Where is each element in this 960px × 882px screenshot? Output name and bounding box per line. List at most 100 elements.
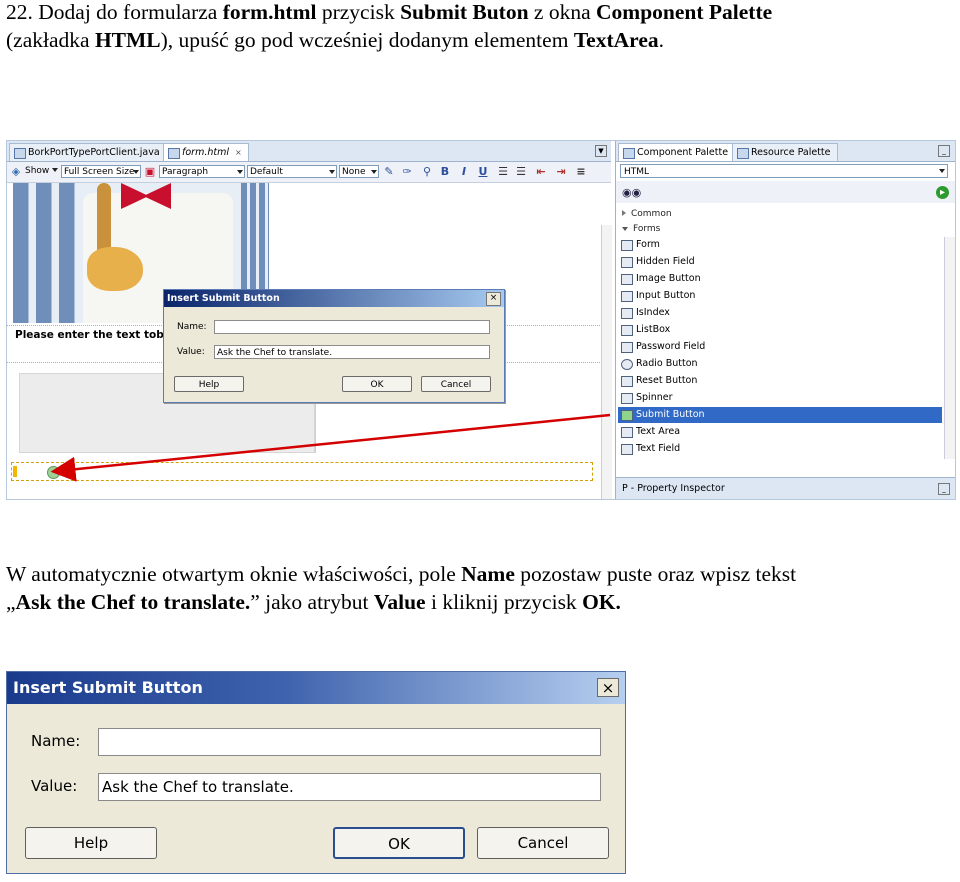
palette-scrollbar[interactable] <box>944 237 955 459</box>
intro-bold-textarea: TextArea <box>573 28 659 52</box>
palette-item-hidden-field[interactable]: Hidden Field <box>618 254 942 270</box>
align-icon[interactable]: ≡ <box>575 165 587 178</box>
item-label: Image Button <box>636 273 701 284</box>
tab-resource-palette[interactable]: Resource Palette <box>732 143 838 161</box>
tab-form-html[interactable]: form.html × <box>163 143 249 161</box>
italic-icon[interactable]: I <box>458 165 470 178</box>
block-icon[interactable]: ▣ <box>144 165 156 178</box>
text-field-icon <box>621 444 633 455</box>
palette-item-password-field[interactable]: Password Field <box>618 339 942 355</box>
value-input[interactable]: Ask the Chef to translate. <box>98 773 601 801</box>
intro-line-2: (zakładka HTML), upuść go pod wcześniej … <box>6 26 664 54</box>
screen-size-select[interactable]: Full Screen Size <box>61 165 141 178</box>
cancel-button[interactable]: Cancel <box>477 827 609 859</box>
chevron-down-icon <box>371 170 377 174</box>
size-select[interactable]: None <box>339 165 379 178</box>
help-button[interactable]: Help <box>25 827 157 859</box>
binoculars-icon[interactable]: ◉◉ <box>622 186 641 199</box>
form-icon <box>621 240 633 251</box>
property-inspector-tab[interactable]: P - Property Inspector <box>622 483 725 494</box>
section-common[interactable]: Common <box>622 209 672 219</box>
intro-bold-submit: Submit Buton <box>400 0 529 24</box>
section-forms[interactable]: Forms <box>622 224 660 234</box>
instruction-line-2: „Ask the Chef to translate.” jako atrybu… <box>6 588 621 616</box>
instruction-bold-name: Name <box>461 562 515 586</box>
tab-label: BorkPortTypePortClient.java <box>28 147 160 158</box>
editor-scrollbar[interactable] <box>601 225 612 499</box>
chevron-down-icon[interactable]: ▼ <box>595 145 607 157</box>
palette-item-spinner[interactable]: Spinner <box>618 390 942 406</box>
cancel-button[interactable]: Cancel <box>421 376 491 392</box>
style-icon[interactable]: ✎ <box>383 165 395 178</box>
ok-button[interactable]: OK <box>342 376 412 392</box>
paragraph-select[interactable]: Paragraph <box>159 165 245 178</box>
value-input[interactable]: Ask the Chef to translate. <box>214 345 490 359</box>
value-label: Value: <box>177 347 205 357</box>
listbox-icon <box>621 325 633 336</box>
close-icon[interactable]: × <box>597 678 619 697</box>
link-icon[interactable]: ⚲ <box>421 165 433 178</box>
instruction-line-1: W automatycznie otwartym oknie właściwoś… <box>6 560 796 588</box>
tab-java-client[interactable]: BorkPortTypePortClient.java <box>9 143 167 161</box>
indent-icon[interactable]: ⇤ <box>535 165 547 178</box>
selection-handle[interactable] <box>13 466 17 477</box>
show-icon: ◈ <box>11 165 21 178</box>
instruction-text: W automatycznie otwartym oknie właściwoś… <box>6 562 462 586</box>
close-icon[interactable]: × <box>235 148 242 157</box>
ok-button[interactable]: OK <box>333 827 465 859</box>
instruction-bold-value-text: Ask the Chef to translate. <box>15 590 251 614</box>
minimize-icon[interactable]: _ <box>938 483 950 495</box>
go-icon[interactable]: ▸ <box>936 186 949 199</box>
tab-component-palette[interactable]: Component Palette <box>618 143 736 161</box>
select-value: Full Screen Size <box>64 167 135 177</box>
palette-item-form[interactable]: Form <box>618 237 942 253</box>
palette-item-image-button[interactable]: Image Button <box>618 271 942 287</box>
outdent-icon[interactable]: ⇥ <box>555 165 567 178</box>
drop-target-row[interactable] <box>11 462 593 481</box>
underline-icon[interactable]: U <box>477 165 489 178</box>
name-input[interactable] <box>214 320 490 334</box>
chevron-down-icon[interactable] <box>52 168 58 172</box>
instruction-bold-value: Value <box>373 590 426 614</box>
reset-button-icon <box>621 376 633 387</box>
palette-item-radio-button[interactable]: Radio Button <box>618 356 942 372</box>
input-button-icon <box>621 291 633 302</box>
ide-screenshot: BorkPortTypePortClient.java form.html × ▼… <box>6 140 956 500</box>
value-label-text: Value: <box>31 777 78 795</box>
palette-item-input-button[interactable]: Input Button <box>618 288 942 304</box>
editor-tab-bar: BorkPortTypePortClient.java form.html × ▼ <box>7 141 611 162</box>
name-input[interactable] <box>98 728 601 756</box>
list-icon[interactable]: ☰ <box>497 165 509 178</box>
section-label: Common <box>631 209 672 219</box>
help-button[interactable]: Help <box>174 376 244 392</box>
paint-icon[interactable]: ✑ <box>401 165 413 178</box>
item-label: Submit Button <box>636 409 705 420</box>
palette-item-listbox[interactable]: ListBox <box>618 322 942 338</box>
ordered-list-icon[interactable]: ☰ <box>515 165 527 178</box>
chevron-right-icon <box>622 210 626 216</box>
palette-item-submit-button[interactable]: Submit Button <box>618 407 942 423</box>
palette-search-row: ◉◉ ▸ <box>616 181 955 203</box>
palette-category-select[interactable]: HTML <box>620 164 948 178</box>
item-label: Spinner <box>636 392 673 403</box>
dialog-title: Insert Submit Button <box>164 290 504 307</box>
palette-item-isindex[interactable]: IsIndex <box>618 305 942 321</box>
palette-item-reset-button[interactable]: Reset Button <box>618 373 942 389</box>
palette-item-text-area[interactable]: Text Area <box>618 424 942 440</box>
bold-icon[interactable]: B <box>439 165 451 178</box>
palette-item-text-field[interactable]: Text Field <box>618 441 942 457</box>
spoon <box>97 183 111 257</box>
close-icon[interactable]: × <box>486 292 501 306</box>
intro-text: przycisk <box>316 0 401 24</box>
tab-label: form.html <box>182 147 229 158</box>
instruction-text: „ <box>6 590 16 614</box>
show-label[interactable]: Show <box>25 166 49 176</box>
font-select[interactable]: Default <box>247 165 337 178</box>
submit-button-icon[interactable] <box>47 466 60 479</box>
item-label: Input Button <box>636 290 696 301</box>
prompt-text: Please enter the text tobe <box>15 329 171 341</box>
chevron-down-icon <box>133 170 139 174</box>
minimize-icon[interactable]: _ <box>938 145 950 157</box>
intro-line-1: 22. Dodaj do formularza form.html przyci… <box>6 0 772 26</box>
name-label-text: Name: <box>31 732 81 750</box>
